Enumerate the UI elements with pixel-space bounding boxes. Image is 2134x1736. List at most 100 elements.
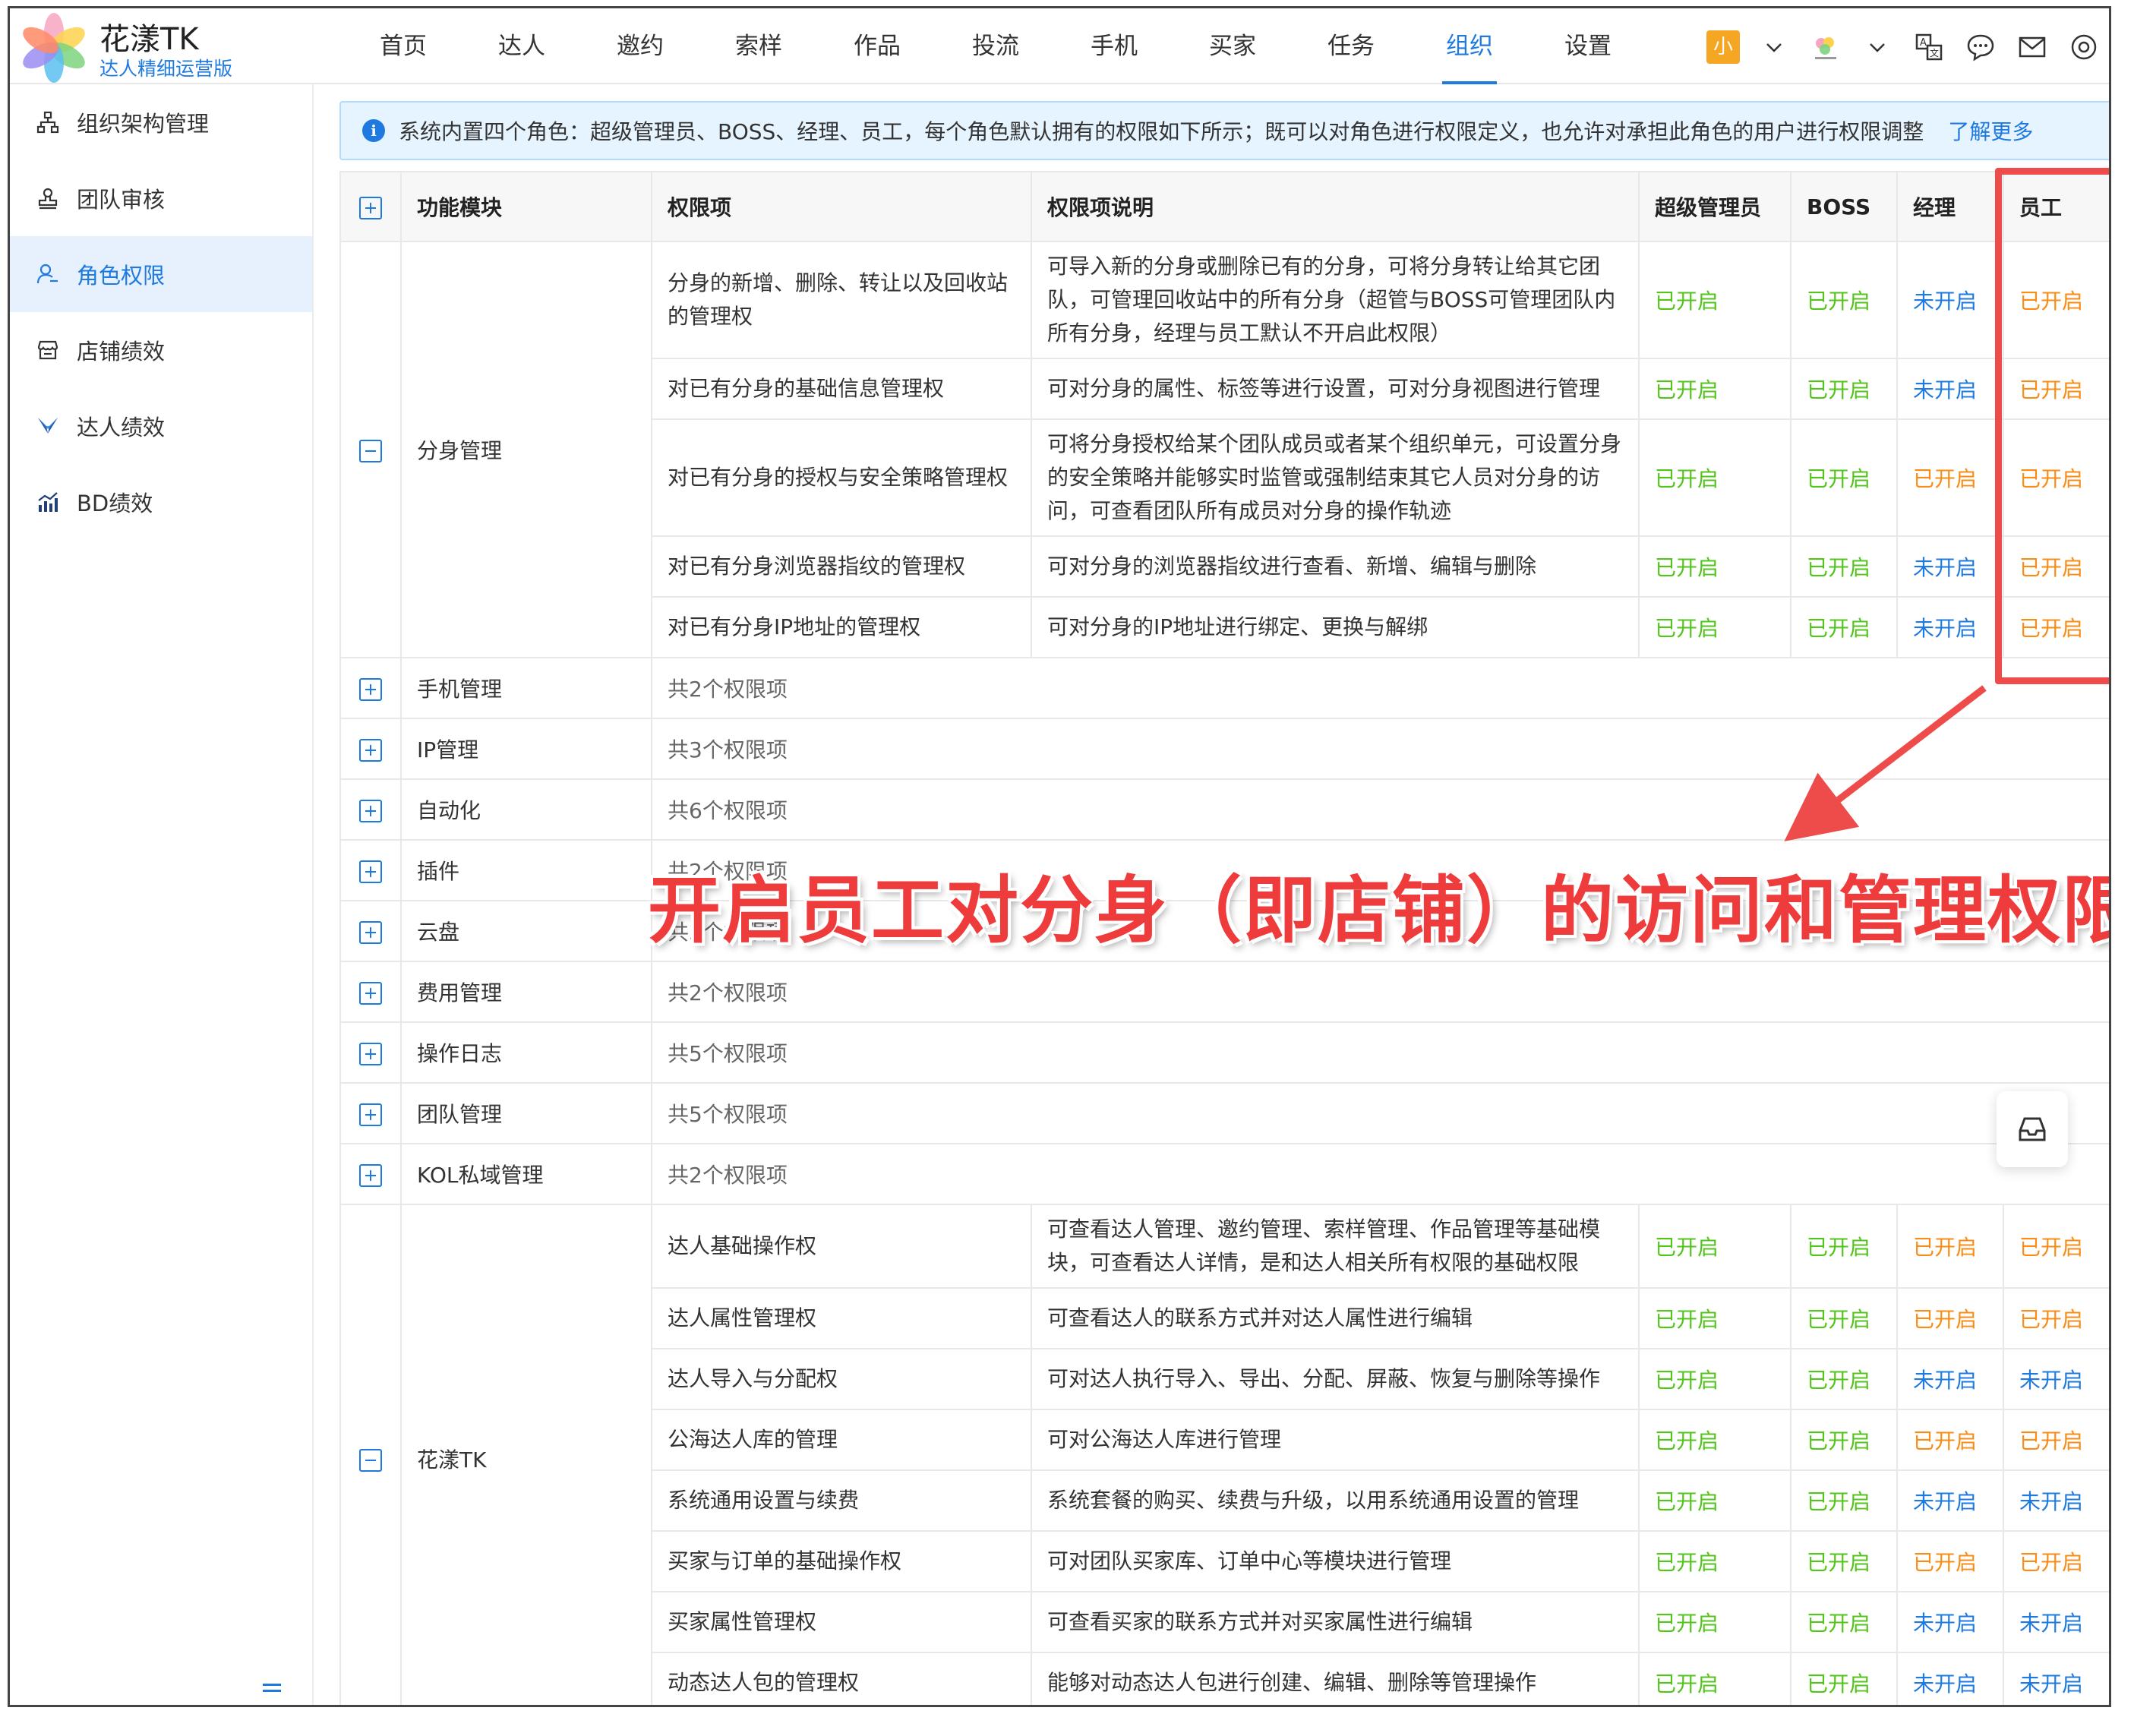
- nav-item[interactable]: 任务: [1292, 8, 1410, 84]
- status-toggle-link[interactable]: 未开启: [2019, 1368, 2083, 1393]
- status-toggle-link[interactable]: 已开启: [1655, 1489, 1719, 1514]
- status-toggle-link[interactable]: 已开启: [1655, 1671, 1719, 1697]
- status-toggle-link[interactable]: 未开启: [1913, 1611, 1977, 1636]
- expand-cell[interactable]: [339, 839, 402, 901]
- status-toggle-link[interactable]: 已开启: [1913, 1307, 1977, 1332]
- chat-icon[interactable]: [1963, 30, 1998, 65]
- nav-item[interactable]: 邀约: [581, 8, 699, 84]
- expand-cell[interactable]: [339, 900, 402, 962]
- status-toggle-link[interactable]: 已开启: [1913, 1550, 1977, 1575]
- learn-more-link[interactable]: 了解更多: [1948, 115, 2033, 146]
- sidebar-item[interactable]: BD绩效: [10, 464, 312, 540]
- status-toggle-link[interactable]: 未开启: [1913, 555, 1977, 580]
- expand-cell[interactable]: [339, 1021, 402, 1084]
- sidebar-item[interactable]: 组织架构管理: [10, 84, 312, 160]
- status-toggle-link[interactable]: 已开启: [1807, 1368, 1870, 1393]
- status-toggle-link[interactable]: 已开启: [1655, 289, 1719, 314]
- status-toggle-link[interactable]: 已开启: [2019, 1428, 2083, 1454]
- expand-all-cell[interactable]: [339, 171, 402, 242]
- collapse-icon[interactable]: [359, 439, 382, 462]
- sidebar-item[interactable]: 店铺绩效: [10, 312, 312, 388]
- collapse-icon[interactable]: [359, 1448, 382, 1472]
- mail-icon[interactable]: [2015, 30, 2050, 65]
- status-toggle-link[interactable]: 已开启: [1655, 1611, 1719, 1636]
- nav-item[interactable]: 索样: [699, 8, 818, 84]
- expand-cell[interactable]: [339, 718, 402, 780]
- help-icon[interactable]: [2066, 30, 2101, 65]
- expand-icon[interactable]: [359, 1042, 382, 1065]
- status-toggle-link[interactable]: 已开启: [1655, 1428, 1719, 1454]
- sidebar-item[interactable]: 团队审核: [10, 160, 312, 236]
- status-toggle-link[interactable]: 已开启: [2019, 1307, 2083, 1332]
- chevron-down-icon[interactable]: [1757, 30, 1791, 65]
- status-toggle-link[interactable]: 已开启: [1807, 1611, 1870, 1636]
- status-toggle-link[interactable]: 未开启: [1913, 1671, 1977, 1697]
- collapse-cell[interactable]: [339, 1204, 402, 1705]
- sidebar-item[interactable]: 达人绩效: [10, 388, 312, 464]
- translate-icon[interactable]: A文: [1911, 30, 1946, 65]
- status-toggle-link[interactable]: 已开启: [1655, 466, 1719, 491]
- status-toggle-link[interactable]: 未开启: [1913, 1489, 1977, 1514]
- nav-item[interactable]: 买家: [1173, 8, 1292, 84]
- status-toggle-link[interactable]: 已开启: [1807, 1428, 1870, 1454]
- status-toggle-link[interactable]: 已开启: [1655, 1368, 1719, 1393]
- status-toggle-link[interactable]: 已开启: [1807, 616, 1870, 641]
- status-toggle-link[interactable]: 已开启: [1655, 1307, 1719, 1332]
- status-toggle-link[interactable]: 已开启: [1655, 377, 1719, 402]
- status-toggle-link[interactable]: 已开启: [1655, 1550, 1719, 1575]
- status-toggle-link[interactable]: 已开启: [2019, 1235, 2083, 1260]
- expand-all-icon[interactable]: [359, 196, 382, 219]
- status-toggle-link[interactable]: 已开启: [1807, 1489, 1870, 1514]
- status-toggle-link[interactable]: 已开启: [1807, 555, 1870, 580]
- nav-item[interactable]: 作品: [818, 8, 936, 84]
- expand-icon[interactable]: [359, 738, 382, 762]
- status-toggle-link[interactable]: 已开启: [1913, 466, 1977, 491]
- status-toggle-link[interactable]: 已开启: [1913, 1235, 1977, 1260]
- menu-collapse-icon[interactable]: [260, 1678, 283, 1700]
- expand-icon[interactable]: [359, 1163, 382, 1187]
- expand-icon[interactable]: [359, 799, 382, 822]
- status-toggle-link[interactable]: 未开启: [1913, 616, 1977, 641]
- nav-item[interactable]: 达人: [462, 8, 581, 84]
- nav-item[interactable]: 组织: [1410, 8, 1529, 84]
- expand-cell[interactable]: [339, 961, 402, 1023]
- status-toggle-link[interactable]: 已开启: [1807, 466, 1870, 491]
- status-toggle-link[interactable]: 未开启: [2019, 1611, 2083, 1636]
- expand-icon[interactable]: [359, 920, 382, 944]
- perm-desc: 可对达人执行导入、导出、分配、屏蔽、恢复与删除等操作: [1031, 1348, 1640, 1410]
- team-logo-icon[interactable]: [1808, 30, 1843, 65]
- status-toggle-link[interactable]: 已开启: [1807, 1307, 1870, 1332]
- expand-icon[interactable]: [359, 981, 382, 1005]
- status-toggle-link[interactable]: 已开启: [1913, 1428, 1977, 1454]
- expand-cell[interactable]: [339, 1082, 402, 1144]
- status-toggle-link[interactable]: 已开启: [2019, 1550, 2083, 1575]
- status-toggle-link[interactable]: 未开启: [2019, 1671, 2083, 1697]
- nav-item[interactable]: 首页: [344, 8, 462, 84]
- expand-cell[interactable]: [339, 1143, 402, 1205]
- inbox-float-button[interactable]: [1997, 1091, 2068, 1167]
- status-toggle-link[interactable]: 未开启: [1913, 377, 1977, 402]
- sidebar-item[interactable]: 角色权限: [10, 236, 312, 312]
- nav-item[interactable]: 设置: [1529, 8, 1647, 84]
- status-toggle-link[interactable]: 已开启: [1655, 616, 1719, 641]
- expand-icon[interactable]: [359, 677, 382, 701]
- status-toggle-link[interactable]: 已开启: [1655, 555, 1719, 580]
- user-avatar[interactable]: 小: [1706, 30, 1740, 64]
- nav-item[interactable]: 投流: [936, 8, 1055, 84]
- expand-cell[interactable]: [339, 657, 402, 719]
- status-toggle-link[interactable]: 未开启: [1913, 289, 1977, 314]
- status-toggle-link[interactable]: 已开启: [1655, 1235, 1719, 1260]
- expand-cell[interactable]: [339, 778, 402, 841]
- status-toggle-link[interactable]: 已开启: [1807, 289, 1870, 314]
- status-toggle-link[interactable]: 已开启: [1807, 1550, 1870, 1575]
- status-toggle-link[interactable]: 未开启: [1913, 1368, 1977, 1393]
- status-toggle-link[interactable]: 已开启: [1807, 1671, 1870, 1697]
- status-toggle-link[interactable]: 未开启: [2019, 1489, 2083, 1514]
- chevron-down-icon[interactable]: [1860, 30, 1895, 65]
- expand-icon[interactable]: [359, 860, 382, 883]
- status-toggle-link[interactable]: 已开启: [1807, 377, 1870, 402]
- expand-icon[interactable]: [359, 1103, 382, 1126]
- collapse-cell[interactable]: [339, 241, 402, 658]
- status-toggle-link[interactable]: 已开启: [1807, 1235, 1870, 1260]
- nav-item[interactable]: 手机: [1055, 8, 1173, 84]
